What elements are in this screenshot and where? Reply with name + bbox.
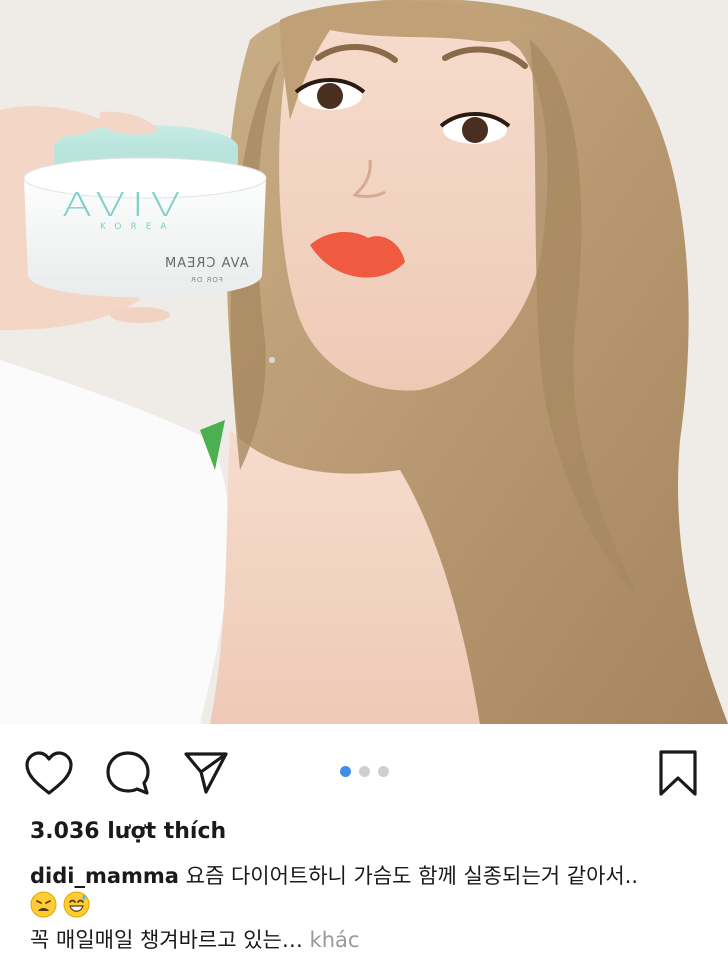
comment-icon[interactable]	[104, 749, 152, 797]
heart-icon[interactable]	[24, 750, 74, 796]
caption-text-line1: 요즘 다이어트하니 가슴도 함께 실종되는거 같아서..	[178, 864, 639, 888]
product-brand-subtitle: KOREA	[100, 222, 176, 232]
carousel-indicator	[340, 766, 389, 777]
post-action-bar	[0, 724, 728, 820]
carousel-dot-3	[378, 766, 389, 777]
caption-text-line3: 꼭 매일매일 챙겨바르고 있는…	[30, 928, 303, 952]
caption-username[interactable]: didi_mamma	[30, 864, 179, 888]
caption-more-link[interactable]: khác	[303, 928, 360, 952]
post-caption-line3: 꼭 매일매일 챙겨바르고 있는… khác	[30, 924, 359, 954]
post-caption-line1: didi_mamma 요즘 다이어트하니 가슴도 함께 실종되는거 같아서..	[30, 860, 720, 892]
likes-count[interactable]: 3.036 lượt thích	[30, 819, 226, 844]
grinning-sweat-emoji	[63, 891, 90, 918]
photo-illustration	[0, 0, 728, 724]
carousel-dot-1	[340, 766, 351, 777]
weary-face-emoji	[30, 891, 57, 918]
post-photo[interactable]: AVIV KOREA AVA CREAM FOR DR	[0, 0, 728, 724]
carousel-dot-2	[359, 766, 370, 777]
product-brand-logo: AVIV	[62, 186, 187, 225]
bookmark-icon[interactable]	[656, 749, 700, 797]
product-sub-label: FOR DR	[190, 276, 223, 284]
caption-emoji-row	[30, 891, 96, 918]
product-name-label: AVA CREAM	[164, 256, 249, 271]
paper-plane-icon[interactable]	[182, 748, 230, 796]
